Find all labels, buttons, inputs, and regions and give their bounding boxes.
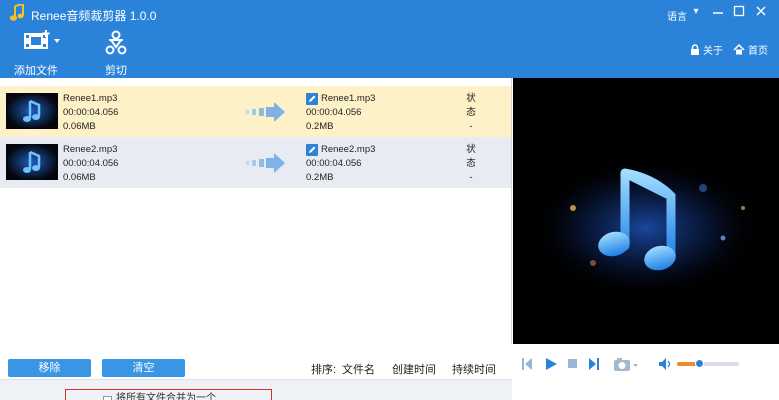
header: Renee音频裁剪器 1.0.0 语言 ▾ 添加文件 剪切 关于 首页 [0, 0, 779, 78]
preview-pane [513, 78, 779, 344]
file-duration: 00:00:04.056 [63, 107, 119, 118]
next-icon[interactable] [588, 357, 600, 371]
file-info: Renee1.mp3 00:00:04.056 0.06MB [63, 92, 118, 134]
merge-option-label: 将所有文件合并为一个 [116, 393, 216, 400]
about-label: 关于 [703, 46, 723, 57]
file-row[interactable]: Renee1.mp3 00:00:04.056 0.06MB Renee1.mp… [0, 86, 511, 137]
merge-checkbox[interactable] [103, 396, 112, 400]
output-info: Renee1.mp3 00:00:04.056 0.2MB [306, 92, 375, 134]
file-thumbnail [6, 93, 58, 129]
convert-arrow-icon [246, 153, 285, 173]
sort-by-filename[interactable]: 文件名 [342, 361, 375, 377]
home-icon [733, 44, 745, 55]
output-duration: 00:00:04.056 [306, 107, 362, 118]
status-label: 状态 [466, 93, 476, 118]
scissors-icon [105, 30, 127, 55]
output-info: Renee2.mp3 00:00:04.056 0.2MB [306, 143, 375, 185]
output-size: 0.2MB [306, 172, 334, 183]
volume-slider[interactable] [677, 359, 739, 368]
sort-by-duration[interactable]: 持续时间 [452, 361, 496, 377]
music-note-icon [6, 93, 58, 129]
cut-button[interactable]: 剪切 [103, 30, 129, 77]
home-label: 首页 [748, 46, 768, 57]
window-title: Renee音频裁剪器 1.0.0 [31, 9, 157, 23]
output-size: 0.2MB [306, 121, 334, 132]
camera-icon[interactable] [613, 357, 639, 372]
sort-by-created-time[interactable]: 创建时间 [392, 361, 436, 377]
file-size: 0.06MB [63, 121, 96, 132]
cut-label: 剪切 [105, 65, 127, 77]
add-file-button[interactable]: 添加文件 [14, 30, 62, 77]
add-file-label: 添加文件 [14, 65, 58, 77]
minimize-icon [713, 12, 723, 14]
stop-icon[interactable] [567, 358, 578, 369]
file-list: Renee1.mp3 00:00:04.056 0.06MB Renee1.mp… [0, 78, 512, 344]
music-note-artwork [531, 158, 761, 298]
output-file-name: Renee2.mp3 [321, 144, 376, 155]
output-file-name: Renee1.mp3 [321, 93, 376, 104]
maximize-button[interactable] [731, 5, 747, 21]
volume-icon[interactable] [658, 357, 672, 371]
previous-icon[interactable] [521, 357, 533, 371]
file-info: Renee2.mp3 00:00:04.056 0.06MB [63, 143, 118, 185]
music-note-icon [6, 144, 58, 180]
play-icon[interactable] [544, 357, 558, 371]
file-duration: 00:00:04.056 [63, 158, 119, 169]
music-note-app-icon [9, 4, 24, 21]
status-column: 状态 - [462, 92, 480, 134]
close-icon [756, 6, 766, 16]
edit-icon[interactable] [306, 93, 318, 105]
status-column: 状态 - [462, 143, 480, 185]
file-size: 0.06MB [63, 172, 96, 183]
remove-button[interactable]: 移除 [8, 359, 91, 377]
clear-button[interactable]: 清空 [102, 359, 185, 377]
convert-arrow-icon [246, 102, 285, 122]
home-link[interactable]: 首页 [733, 42, 768, 57]
status-value: - [469, 121, 473, 132]
menu-dropdown-button[interactable]: ▾ [688, 4, 704, 20]
lock-icon [691, 44, 699, 55]
status-value: - [469, 172, 473, 183]
language-menu[interactable]: 语言 [667, 8, 687, 23]
file-row[interactable]: Renee2.mp3 00:00:04.056 0.06MB Renee2.mp… [0, 137, 511, 188]
edit-icon[interactable] [306, 144, 318, 156]
player-controls [513, 344, 779, 400]
maximize-icon [733, 5, 745, 17]
add-file-icon [24, 30, 60, 49]
file-thumbnail [6, 144, 58, 180]
title-bar: Renee音频裁剪器 1.0.0 语言 ▾ [0, 0, 779, 27]
file-name: Renee2.mp3 [63, 144, 118, 155]
minimize-button[interactable] [710, 5, 726, 21]
output-duration: 00:00:04.056 [306, 158, 362, 169]
file-name: Renee1.mp3 [63, 93, 118, 104]
about-link[interactable]: 关于 [690, 42, 723, 57]
sort-label: 排序: [311, 364, 337, 376]
close-button[interactable] [753, 5, 769, 21]
volume-knob[interactable] [694, 359, 704, 368]
status-label: 状态 [466, 144, 476, 169]
